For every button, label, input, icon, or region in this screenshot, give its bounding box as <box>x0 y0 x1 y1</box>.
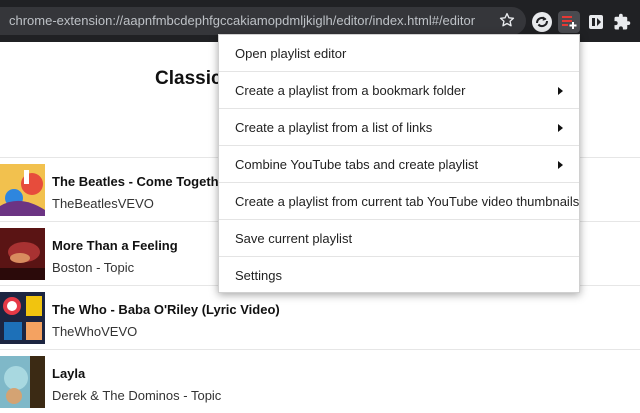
menu-item-label: Combine YouTube tabs and create playlist <box>235 156 479 172</box>
menu-item-list-of-links[interactable]: Create a playlist from a list of links <box>219 109 579 146</box>
star-icon[interactable] <box>498 11 516 29</box>
video-thumbnail <box>0 164 45 216</box>
extension-popup-menu: Open playlist editor Create a playlist f… <box>218 34 580 293</box>
song-artist: TheBeatlesVEVO <box>52 196 154 211</box>
address-bar[interactable]: chrome-extension://aapnfmbcdephfgccakiam… <box>0 7 526 35</box>
video-thumbnail <box>0 228 45 280</box>
list-item[interactable]: The Who - Baba O'Riley (Lyric Video) The… <box>0 285 640 349</box>
playlist-add-icon[interactable] <box>558 11 580 33</box>
menu-item-open-playlist-editor[interactable]: Open playlist editor <box>219 35 579 72</box>
video-thumbnail <box>0 292 45 344</box>
menu-item-settings[interactable]: Settings <box>219 257 579 294</box>
chevron-right-icon <box>558 161 563 169</box>
puzzle-icon[interactable] <box>611 11 633 33</box>
sync-icon[interactable] <box>531 11 553 33</box>
media-icon[interactable] <box>585 11 607 33</box>
url-text[interactable]: chrome-extension://aapnfmbcdephfgccakiam… <box>9 13 475 28</box>
menu-item-save-playlist[interactable]: Save current playlist <box>219 220 579 257</box>
menu-item-label: Open playlist editor <box>235 45 347 61</box>
song-artist: Derek & The Dominos - Topic <box>52 388 222 403</box>
chevron-right-icon <box>558 124 563 132</box>
playlist-title: Classic <box>155 68 222 89</box>
song-title: The Beatles - Come Togeth <box>52 174 219 189</box>
song-title: More Than a Feeling <box>52 238 178 253</box>
menu-item-label: Save current playlist <box>235 230 353 246</box>
video-thumbnail <box>0 356 45 408</box>
menu-item-video-thumbnails[interactable]: Create a playlist from current tab YouTu… <box>219 183 579 220</box>
menu-item-bookmark-folder[interactable]: Create a playlist from a bookmark folder <box>219 72 579 109</box>
menu-item-label: Settings <box>235 268 282 283</box>
song-artist: Boston - Topic <box>52 260 135 275</box>
menu-item-label: Create a playlist from current tab YouTu… <box>235 193 580 209</box>
menu-item-combine-youtube-tabs[interactable]: Combine YouTube tabs and create playlist <box>219 146 579 183</box>
menu-item-label: Create a playlist from a bookmark folder <box>235 82 466 98</box>
menu-item-label: Create a playlist from a list of links <box>235 119 433 135</box>
song-title: Layla <box>52 366 86 381</box>
song-title: The Who - Baba O'Riley (Lyric Video) <box>52 302 280 317</box>
list-item[interactable]: Layla Derek & The Dominos - Topic <box>0 349 640 413</box>
song-artist: TheWhoVEVO <box>52 324 138 339</box>
chevron-right-icon <box>558 87 563 95</box>
